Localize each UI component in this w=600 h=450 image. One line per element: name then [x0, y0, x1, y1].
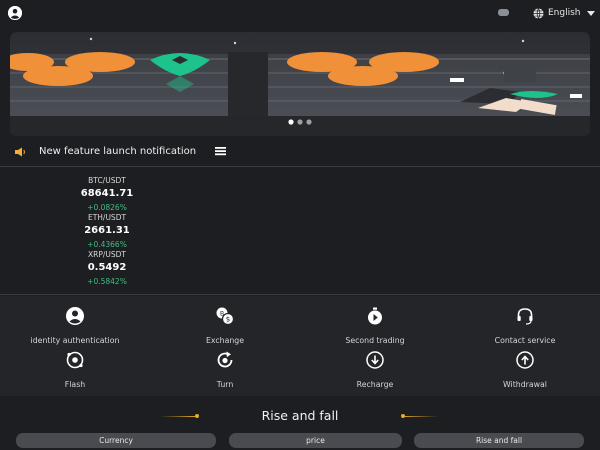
- headset-icon: [517, 308, 533, 325]
- feature-label: Recharge: [356, 380, 394, 389]
- user-avatar-icon[interactable]: [8, 6, 22, 20]
- user-icon: [66, 307, 84, 325]
- title-decoration-right: [402, 416, 438, 417]
- language-selector[interactable]: English: [533, 5, 595, 21]
- flash-icon: [66, 351, 84, 369]
- turn-icon: [217, 351, 233, 368]
- feature-label: Contact service: [494, 336, 556, 345]
- speaker-icon: [15, 147, 25, 157]
- ticker-price: 2661.31: [84, 225, 130, 236]
- ticker-pair: XRP/USDT: [87, 250, 126, 259]
- features-grid: identity authentication $ B Exchange Sec…: [0, 296, 600, 396]
- menu-icon[interactable]: [215, 146, 226, 156]
- column-tab-currency[interactable]: Currency: [16, 433, 216, 448]
- market-section-title: Rise and fall: [261, 408, 339, 423]
- feature-flash[interactable]: Flash: [0, 350, 150, 389]
- ticker-btc[interactable]: BTC/USDT 68641.71 +0.0826%: [64, 176, 150, 212]
- ticker-change: +0.5842%: [87, 277, 127, 286]
- column-tab-rise-and-fall[interactable]: Rise and fall: [414, 433, 584, 448]
- ticker-xrp[interactable]: XRP/USDT 0.5492 +0.5842%: [64, 250, 150, 286]
- feature-second-trading[interactable]: Second trading: [300, 306, 450, 345]
- feature-contact-service[interactable]: Contact service: [450, 306, 600, 345]
- svg-text:$: $: [226, 316, 230, 324]
- download-icon: [366, 351, 384, 369]
- feature-exchange[interactable]: $ B Exchange: [150, 306, 300, 345]
- carousel-dot: [306, 119, 312, 125]
- language-label: English: [548, 8, 581, 18]
- ticker-eth[interactable]: ETH/USDT 2661.31 +0.4366%: [64, 213, 150, 249]
- carousel-dot-active: [288, 119, 294, 125]
- ticker-pair: ETH/USDT: [87, 213, 127, 222]
- divider: [0, 294, 600, 295]
- promo-banner[interactable]: [10, 32, 590, 136]
- top-bar: English: [0, 0, 600, 26]
- ticker-change: +0.4366%: [87, 240, 127, 249]
- feature-label: Turn: [216, 380, 234, 389]
- carousel-dot: [297, 119, 303, 125]
- ticker-price: 0.5492: [87, 262, 127, 273]
- svg-text:B: B: [220, 311, 224, 318]
- globe-icon: [533, 7, 544, 19]
- exchange-icon: $ B: [216, 307, 235, 326]
- stopwatch-icon: [368, 307, 382, 325]
- chevron-down-icon: [586, 10, 595, 16]
- theme-toggle-icon[interactable]: [498, 9, 509, 16]
- ticker-change: +0.0826%: [87, 203, 127, 212]
- upload-icon: [516, 351, 534, 369]
- feature-identity-authentication[interactable]: identity authentication: [0, 306, 150, 345]
- feature-label: Second trading: [345, 336, 405, 345]
- feature-recharge[interactable]: Recharge: [300, 350, 450, 389]
- notice-text[interactable]: New feature launch notification: [39, 146, 196, 157]
- ticker-price: 68641.71: [80, 188, 134, 199]
- ticker-pair: BTC/USDT: [88, 176, 126, 185]
- feature-label: identity authentication: [30, 336, 120, 345]
- feature-label: Flash: [64, 380, 86, 389]
- feature-label: Exchange: [205, 336, 245, 345]
- divider: [0, 166, 600, 167]
- feature-withdrawal[interactable]: Withdrawal: [450, 350, 600, 389]
- column-tab-price[interactable]: price: [229, 433, 402, 448]
- feature-label: Withdrawal: [503, 380, 547, 389]
- feature-turn[interactable]: Turn: [150, 350, 300, 389]
